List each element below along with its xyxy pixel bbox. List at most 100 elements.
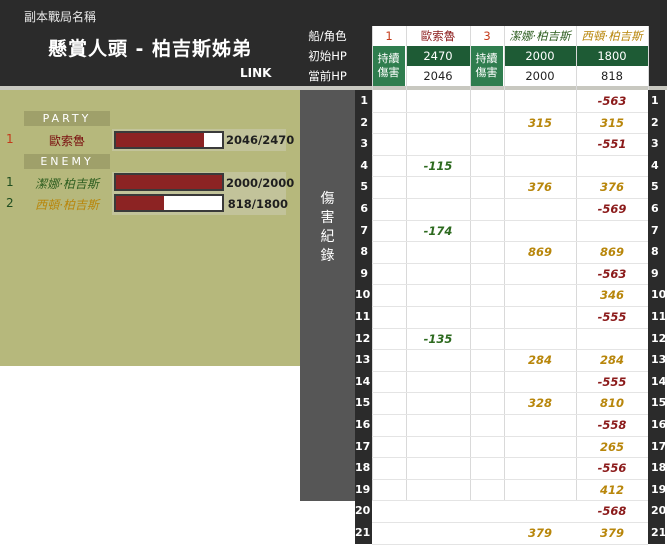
row-number-right: 12: [648, 328, 666, 350]
row-number-right: 17: [648, 436, 666, 458]
header-spacer: [648, 26, 667, 46]
enemy-slot-number: 1: [6, 175, 14, 189]
ship-role-label: 船/角色: [308, 29, 347, 43]
enemy1-damage-cell: 376: [527, 180, 552, 194]
row-number-right: 21: [648, 522, 666, 544]
row-number-left: 4: [355, 155, 372, 177]
row-number-right: 14: [648, 371, 666, 393]
initial-hp-label: 初始HP: [308, 49, 347, 63]
row-number-right: 7: [648, 220, 665, 242]
link-button[interactable]: LINK: [240, 66, 271, 80]
battle-name-label: 副本戰局名稱: [24, 10, 97, 24]
ship-number-cell: 3: [470, 26, 504, 46]
enemy2-damage-cell: 869: [599, 245, 624, 259]
current-hp-cell: 818: [576, 66, 648, 86]
row-number-right: 19: [648, 479, 666, 501]
row-number-right: 5: [648, 176, 665, 198]
row-number-right: 18: [648, 457, 666, 479]
enemy2-damage-cell: -556: [597, 461, 627, 475]
enemy2-damage-cell: 284: [599, 353, 624, 367]
row-number-left: 3: [355, 133, 372, 155]
enemy2-damage-cell: 376: [599, 180, 624, 194]
enemy2-damage-cell: -558: [597, 418, 627, 432]
row-number-right: 4: [648, 155, 665, 177]
party-hp-text: 2046/2470: [226, 133, 295, 147]
row-number-left: 17: [355, 436, 372, 458]
current-hp-cell: 2046: [406, 66, 470, 86]
row-number-left: 20: [355, 500, 372, 522]
enemy-hp-bar: [114, 173, 224, 191]
row-number-left: 14: [355, 371, 372, 393]
party-section-label: PARTY: [24, 111, 110, 126]
enemy-hp-text: 818/1800: [227, 197, 288, 211]
enemy-hp-fill: [116, 196, 164, 210]
row-number-right: 13: [648, 349, 666, 371]
party-hp-bar: [114, 131, 224, 149]
enemy-member-name: 潔娜·柏吉斯: [35, 177, 99, 191]
row-number-left: 6: [355, 198, 372, 220]
enemy-hp-fill: [116, 175, 222, 189]
row-number-right: 20: [648, 500, 666, 522]
enemy2-damage-cell: 379: [599, 526, 624, 540]
row-number-right: 15: [648, 392, 666, 414]
enemy1-damage-cell: 869: [527, 245, 552, 259]
row-number-left: 11: [355, 306, 372, 328]
row-number-left: 8: [355, 241, 372, 263]
initial-hp-cell: 2470: [406, 46, 470, 66]
enemy-slot-number: 2: [6, 196, 14, 210]
party-damage-cell: -174: [423, 224, 453, 238]
party-damage-cell: -135: [423, 332, 453, 346]
row-number-left: 5: [355, 176, 372, 198]
party-member-name: 歐索魯: [48, 134, 85, 148]
persist-damage-header: 持續 傷害: [470, 46, 504, 86]
row-number-right: 2: [648, 112, 665, 134]
character-name-cell: 潔娜·柏吉斯: [504, 26, 576, 46]
enemy1-damage-cell: 315: [527, 116, 552, 130]
row-number-right: 11: [648, 306, 666, 328]
enemy2-damage-cell: -568: [597, 504, 627, 518]
enemy-hp-text: 2000/2000: [226, 176, 295, 190]
damage-log-label: 傷 害 紀 錄: [320, 191, 335, 264]
row-number-left: 2: [355, 112, 372, 134]
row-number-left: 21: [355, 522, 372, 544]
enemy2-damage-cell: -555: [597, 310, 627, 324]
row-number-left: 9: [355, 263, 372, 285]
current-hp-cell: 2000: [504, 66, 576, 86]
enemy-member-name: 西頓·柏吉斯: [35, 198, 99, 212]
row-number-left: 13: [355, 349, 372, 371]
label-column-body: [300, 90, 355, 501]
enemy2-damage-cell: 346: [599, 288, 624, 302]
row-number-right: 6: [648, 198, 665, 220]
party-damage-cell: -115: [423, 159, 453, 173]
row-number-left: 12: [355, 328, 372, 350]
row-number-right: 3: [648, 133, 665, 155]
party-slot-number: 1: [6, 132, 14, 146]
row-number-right: 16: [648, 414, 666, 436]
row-number-left: 19: [355, 479, 372, 501]
enemy2-damage-cell: 810: [599, 396, 624, 410]
row-number-right: 8: [648, 241, 665, 263]
row-number-left: 16: [355, 414, 372, 436]
enemy2-damage-cell: -555: [597, 375, 627, 389]
enemy-hp-bar: [114, 194, 224, 212]
party-hp-fill: [116, 133, 204, 147]
title-panel: 副本戰局名稱 懸賞人頭 - 柏吉斯姊弟 LINK: [0, 0, 300, 86]
enemy1-damage-cell: 284: [527, 353, 552, 367]
enemy2-damage-cell: -563: [597, 267, 627, 281]
character-name-cell: 歐索魯: [406, 26, 470, 46]
enemy2-damage-cell: -551: [597, 137, 627, 151]
row-number-left: 1: [355, 90, 372, 112]
enemy2-damage-cell: -569: [597, 202, 627, 216]
row-number-right: 9: [648, 263, 665, 285]
row-number-right: 1: [648, 90, 665, 112]
row-number-left: 18: [355, 457, 372, 479]
character-name-cell: 西頓·柏吉斯: [576, 26, 648, 46]
row-number-left: 15: [355, 392, 372, 414]
enemy2-damage-cell: 315: [599, 116, 624, 130]
current-hp-label: 當前HP: [308, 69, 347, 83]
initial-hp-cell: 2000: [504, 46, 576, 66]
enemy2-damage-cell: 412: [599, 483, 624, 497]
row-number-left: 10: [355, 284, 372, 306]
battle-title: 懸賞人頭 - 柏吉斯姊弟: [47, 38, 253, 60]
enemy-section-label: ENEMY: [24, 154, 110, 169]
